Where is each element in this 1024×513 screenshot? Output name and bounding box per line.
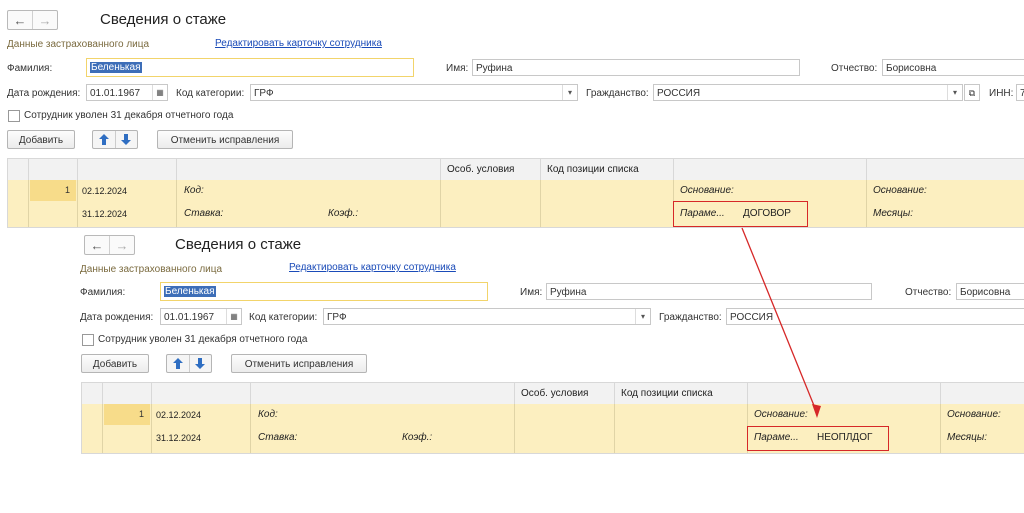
arrow-connector-icon (741, 227, 821, 418)
